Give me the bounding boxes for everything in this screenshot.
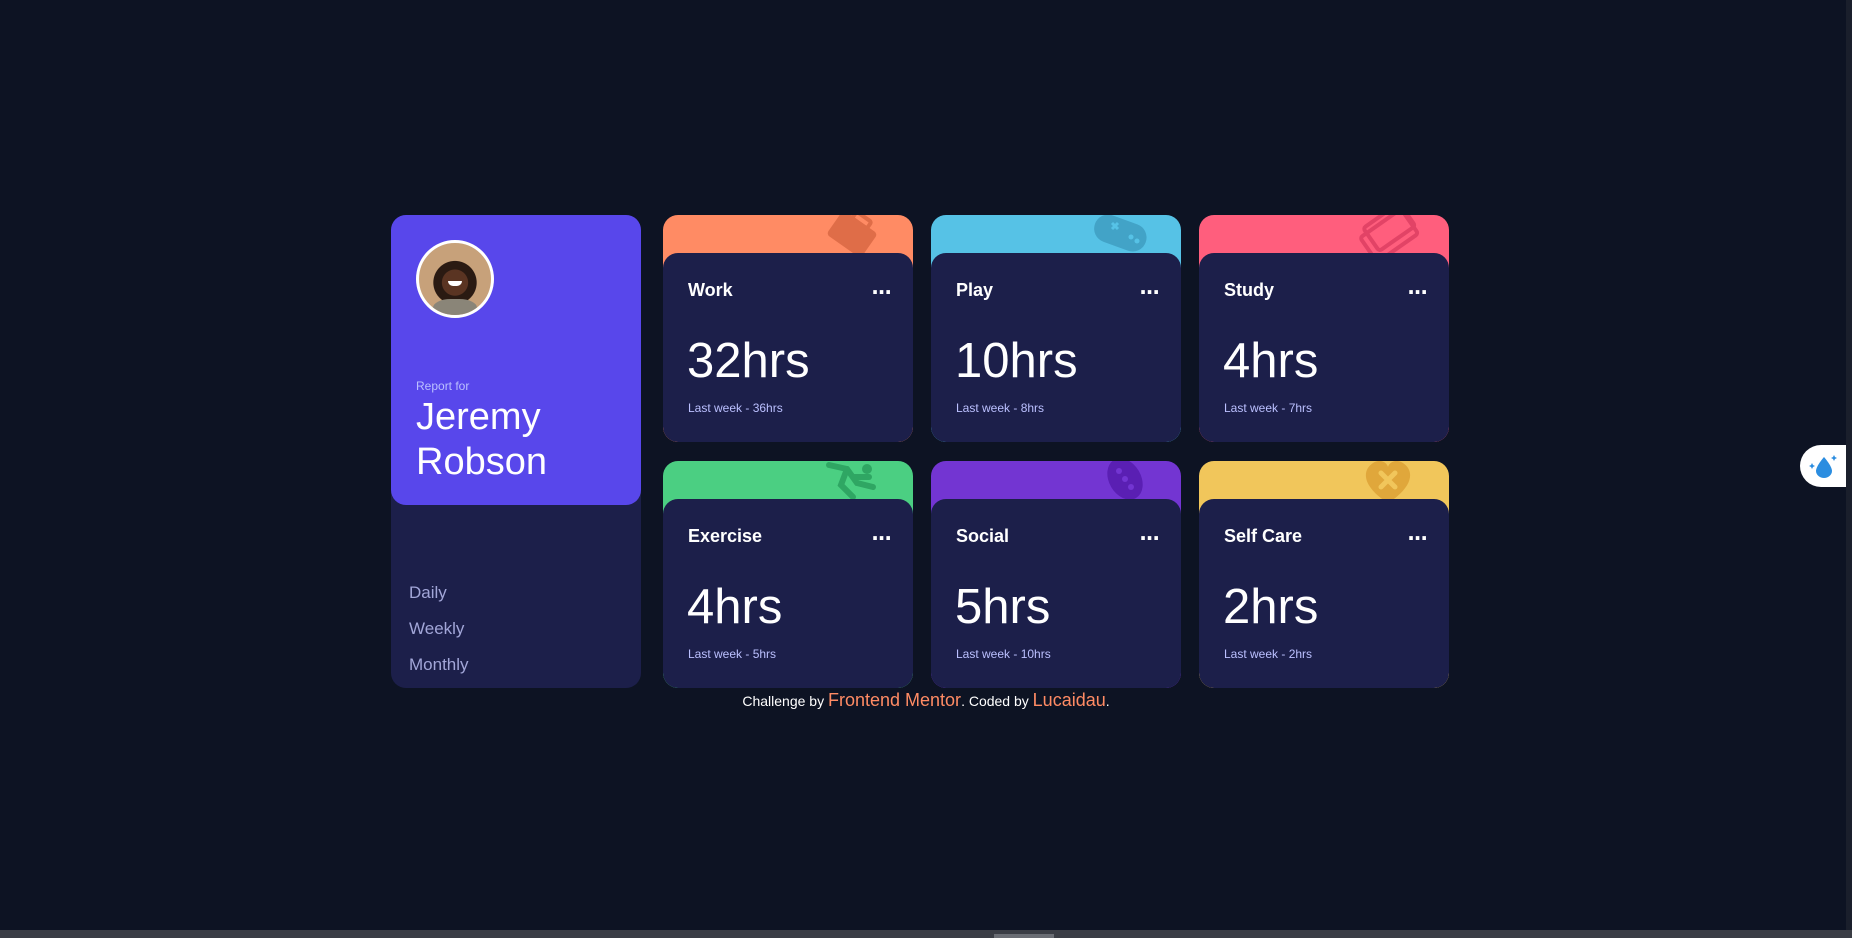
ellipsis-icon[interactable]: ...: [871, 275, 892, 299]
card-self-care: Self Care ... 2hrs Last week - 2hrs: [1199, 461, 1449, 688]
report-for-label: Report for: [416, 379, 470, 393]
frontend-mentor-link[interactable]: Frontend Mentor: [828, 690, 961, 710]
ellipsis-icon[interactable]: ...: [871, 521, 892, 545]
ellipsis-icon[interactable]: ...: [1139, 275, 1160, 299]
ellipsis-icon[interactable]: ...: [1407, 521, 1428, 545]
card-title: Study: [1224, 280, 1275, 300]
card-title: Self Care: [1224, 526, 1303, 546]
droplet-sparkle-icon: [1809, 455, 1837, 478]
gamepad-icon: [1094, 215, 1147, 252]
card-title: Play: [956, 280, 994, 300]
card-play: Play ... 10hrs Last week - 8hrs: [931, 215, 1181, 442]
previous-hours: Last week - 7hrs: [1224, 401, 1313, 415]
card-work: Work ... 32hrs Last week - 36hrs: [663, 215, 913, 442]
running-icon: [826, 462, 876, 500]
vertical-scrollbar[interactable]: [1846, 0, 1852, 930]
period-daily[interactable]: Daily: [409, 575, 469, 611]
bottom-bar: [0, 930, 1852, 938]
current-hours: 32hrs: [687, 334, 810, 388]
period-selector: Daily Weekly Monthly: [409, 575, 469, 683]
heart-icon: [1365, 461, 1411, 503]
side-widget[interactable]: [1800, 445, 1852, 487]
current-hours: 10hrs: [955, 334, 1078, 388]
current-hours: 5hrs: [955, 580, 1051, 634]
briefcase-icon: [827, 215, 877, 257]
previous-hours: Last week - 10hrs: [956, 647, 1051, 661]
card-work-body: Work ... 32hrs Last week - 36hrs: [663, 253, 913, 442]
current-hours: 4hrs: [687, 580, 783, 634]
ellipsis-icon[interactable]: ...: [1407, 275, 1428, 299]
attribution-prefix: Challenge by: [742, 693, 825, 709]
card-title: Exercise: [688, 526, 763, 546]
author-link[interactable]: Lucaidau: [1033, 690, 1106, 710]
card-play-body: Play ... 10hrs Last week - 8hrs: [931, 253, 1181, 442]
card-exercise: Exercise ... 4hrs Last week - 5hrs: [663, 461, 913, 688]
current-hours: 2hrs: [1223, 580, 1319, 634]
card-exercise-body: Exercise ... 4hrs Last week - 5hrs: [663, 499, 913, 688]
card-self-care-body: Self Care ... 2hrs Last week - 2hrs: [1199, 499, 1449, 688]
card-title: Work: [688, 280, 733, 300]
user-name: Jeremy Robson: [416, 396, 547, 483]
card-social: Social ... 5hrs Last week - 10hrs: [931, 461, 1181, 688]
card-title: Social: [956, 526, 1010, 546]
previous-hours: Last week - 5hrs: [688, 647, 777, 661]
attribution: Challenge by Frontend Mentor. Coded by L…: [0, 690, 1852, 711]
dashboard: Report for Jeremy Robson Daily Weekly Mo…: [391, 215, 1453, 688]
book-icon: [1359, 215, 1420, 257]
previous-hours: Last week - 2hrs: [1224, 647, 1313, 661]
ellipsis-icon[interactable]: ...: [1139, 521, 1160, 545]
previous-hours: Last week - 8hrs: [956, 401, 1045, 415]
avatar: [416, 240, 494, 318]
period-monthly[interactable]: Monthly: [409, 647, 469, 683]
card-study: Study ... 4hrs Last week - 7hrs: [1199, 215, 1449, 442]
period-weekly[interactable]: Weekly: [409, 611, 469, 647]
previous-hours: Last week - 36hrs: [688, 401, 783, 415]
attribution-suffix: .: [1105, 693, 1110, 709]
profile-header: Report for Jeremy Robson: [391, 215, 641, 505]
attribution-middle: . Coded by: [961, 693, 1029, 709]
profile-card: Report for Jeremy Robson Daily Weekly Mo…: [391, 215, 641, 688]
bottom-scroll-thumb[interactable]: [994, 934, 1054, 938]
chat-icon: [1107, 461, 1143, 500]
current-hours: 4hrs: [1223, 334, 1319, 388]
card-study-body: Study ... 4hrs Last week - 7hrs: [1199, 253, 1449, 442]
card-social-body: Social ... 5hrs Last week - 10hrs: [931, 499, 1181, 688]
